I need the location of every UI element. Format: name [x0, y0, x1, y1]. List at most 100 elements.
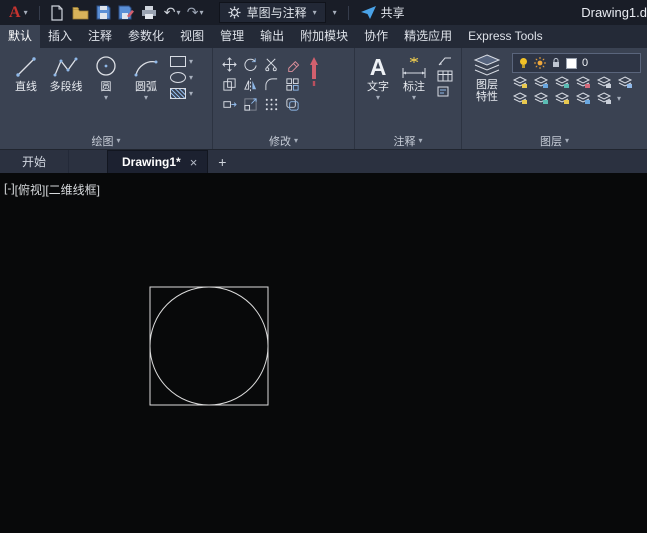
scale-tool-button[interactable] — [240, 94, 261, 114]
array-icon — [264, 97, 279, 112]
document-title: Drawing1.d — [581, 5, 647, 20]
app-menu-button[interactable]: A ▾ — [4, 0, 33, 25]
draw-panel-expander[interactable]: 绘图 ▾ — [0, 132, 212, 149]
ribbon-tab-featured-apps[interactable]: 精选应用 — [396, 25, 460, 48]
match-properties-button[interactable] — [303, 52, 322, 132]
line-icon — [12, 54, 40, 80]
arc-tool-button[interactable]: 圆弧 ▾ — [126, 52, 166, 132]
leader-tool-button[interactable] — [437, 55, 453, 66]
text-tool-button[interactable]: A 文字 ▾ — [361, 52, 395, 132]
layer-walk-button[interactable] — [533, 92, 549, 105]
modify-panel-expander[interactable]: 修改 ▾ — [213, 132, 354, 149]
bulb-icon — [518, 57, 529, 69]
layer-isolate-button[interactable] — [533, 76, 549, 89]
drawing-geometry — [0, 173, 647, 533]
layer-off-button[interactable] — [512, 76, 528, 89]
dimension-label: 标注 — [403, 81, 425, 93]
layer-stack-icon — [472, 54, 502, 78]
save-button[interactable] — [92, 2, 115, 23]
layer-lock-button[interactable] — [575, 76, 591, 89]
dimension-tool-button[interactable]: 标注 ▾ — [395, 52, 433, 132]
ribbon-tab-parametric[interactable]: 参数化 — [120, 25, 172, 48]
open-file-button[interactable] — [69, 2, 92, 23]
layer-dropdown[interactable]: 0 — [512, 53, 641, 73]
ribbon-tab-bar: 默认 插入 注释 参数化 视图 管理 输出 附加模块 协作 精选应用 Expre… — [0, 25, 647, 48]
drawn-circle[interactable] — [150, 287, 268, 405]
ribbon-tab-express-tools[interactable]: Express Tools — [460, 25, 550, 48]
annotation-panel-expander[interactable]: 注释 ▾ — [355, 132, 461, 149]
file-tab-drawing1[interactable]: Drawing1* × — [107, 150, 208, 173]
paintbrush-icon — [306, 55, 322, 93]
panel-annotation: A 文字 ▾ 标注 ▾ — [355, 48, 461, 149]
hatch-tool-button[interactable]: ▾ — [170, 88, 193, 99]
ribbon-tab-insert[interactable]: 插入 — [40, 25, 80, 48]
offset-tool-button[interactable] — [282, 94, 303, 114]
drawn-square[interactable] — [150, 287, 268, 405]
chevron-down-icon: ▾ — [116, 137, 120, 145]
layers-panel-body: 图层特性 — [462, 48, 647, 132]
printer-icon — [141, 5, 157, 20]
circle-tool-button[interactable]: 圆 ▾ — [86, 52, 126, 132]
array-tool-button[interactable] — [261, 94, 282, 114]
layer-merge-button[interactable] — [596, 92, 612, 105]
annotation-more-button[interactable] — [437, 86, 453, 97]
offset-icon — [285, 97, 300, 112]
dimension-icon — [399, 54, 429, 80]
ellipse-tool-button[interactable]: ▾ — [170, 72, 193, 83]
stretch-icon — [222, 97, 237, 112]
line-tool-button[interactable]: 直线 — [6, 52, 46, 132]
ribbon-tab-manage[interactable]: 管理 — [212, 25, 252, 48]
save-as-button[interactable] — [115, 2, 138, 23]
chevron-down-icon: ▾ — [412, 94, 416, 102]
copy-tool-button[interactable] — [219, 74, 240, 94]
rectangle-tool-button[interactable]: ▾ — [170, 56, 193, 67]
layer-walk-icon — [533, 92, 549, 105]
stretch-tool-button[interactable] — [219, 94, 240, 114]
close-icon[interactable]: × — [190, 156, 198, 169]
layer-unlock-button[interactable] — [575, 92, 591, 105]
rectangle-icon — [170, 56, 186, 67]
chevron-down-icon: ▾ — [313, 9, 317, 17]
new-drawing-button[interactable]: + — [208, 150, 236, 173]
chevron-down-icon[interactable]: ▾ — [617, 95, 621, 103]
view-control[interactable]: [俯视] — [15, 181, 46, 198]
ribbon-tab-output[interactable]: 输出 — [252, 25, 292, 48]
layer-tools-row-2: ▾ — [512, 92, 641, 105]
ribbon-tab-addins[interactable]: 附加模块 — [292, 25, 356, 48]
ribbon-tab-collaborate[interactable]: 协作 — [356, 25, 396, 48]
trim-tool-button[interactable] — [261, 54, 282, 74]
layer-freeze-button[interactable] — [554, 76, 570, 89]
ribbon-tab-home[interactable]: 默认 — [0, 25, 40, 48]
layer-match-button[interactable] — [596, 76, 612, 89]
layer-thaw-button[interactable] — [554, 92, 570, 105]
fillet-tool-button[interactable] — [261, 74, 282, 94]
layer-color-swatch — [566, 58, 577, 69]
file-tab-start[interactable]: 开始 — [0, 150, 69, 173]
ribbon-tab-view[interactable]: 视图 — [172, 25, 212, 48]
arc-icon — [132, 54, 160, 80]
new-file-button[interactable] — [46, 2, 69, 23]
plot-button[interactable] — [138, 2, 161, 23]
mirror-tool-button[interactable] — [240, 74, 261, 94]
layer-unisolate-button[interactable] — [617, 76, 633, 89]
rotate-tool-button[interactable] — [240, 54, 261, 74]
layer-properties-button[interactable]: 图层特性 — [468, 52, 506, 132]
viewport-menu-control[interactable]: [-] — [4, 181, 15, 198]
share-button[interactable]: 共享 — [355, 4, 411, 21]
undo-button[interactable]: ↶ ▾ — [161, 2, 184, 23]
move-tool-button[interactable] — [219, 54, 240, 74]
ribbon-tab-annotate[interactable]: 注释 — [80, 25, 120, 48]
drawing-canvas[interactable]: [-] [俯视] [二维线框] — [0, 173, 647, 533]
toolbar-options-chevron-icon[interactable]: ▾ — [333, 9, 337, 17]
chevron-down-icon: ▾ — [24, 9, 28, 17]
layer-isolate-icon — [533, 76, 549, 89]
explode-tool-button[interactable] — [282, 74, 303, 94]
workspace-selector[interactable]: 草图与注释 ▾ — [219, 2, 326, 23]
table-tool-button[interactable] — [437, 70, 453, 82]
polyline-tool-button[interactable]: 多段线 — [46, 52, 86, 132]
erase-tool-button[interactable] — [282, 54, 303, 74]
visual-style-control[interactable]: [二维线框] — [45, 181, 100, 198]
redo-button[interactable]: ↷ ▾ — [184, 2, 207, 23]
layer-previous-button[interactable] — [512, 92, 528, 105]
layers-panel-expander[interactable]: 图层 ▾ — [462, 132, 647, 149]
